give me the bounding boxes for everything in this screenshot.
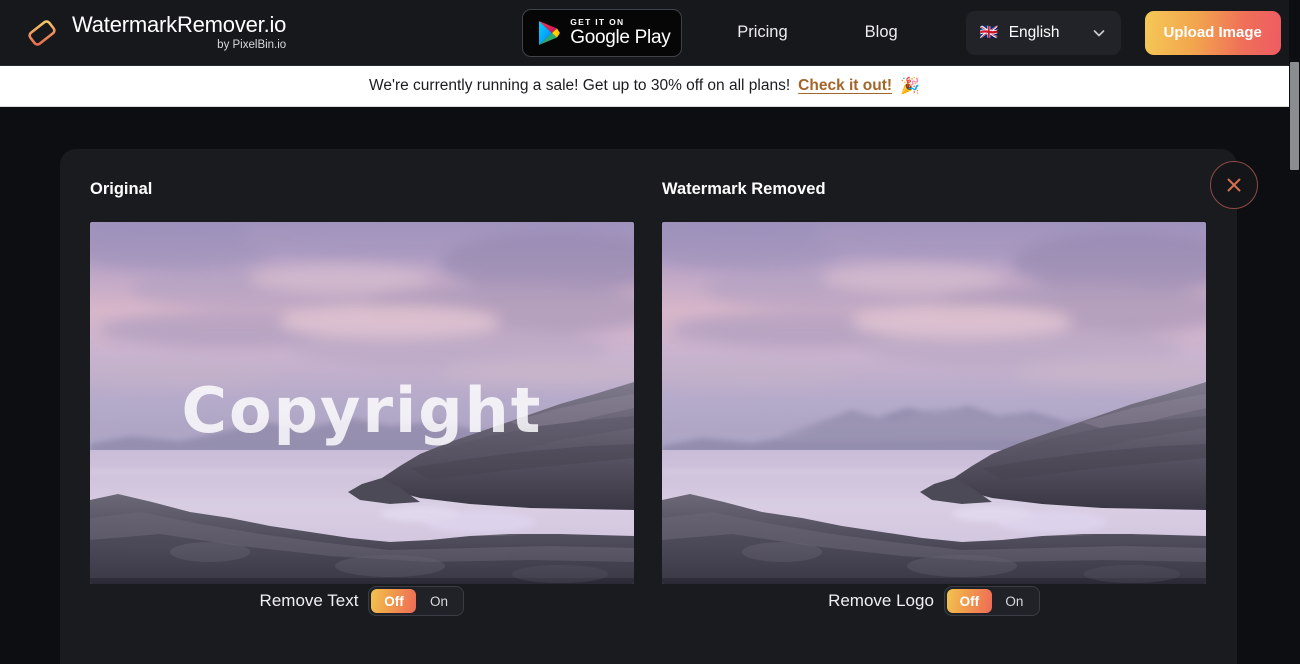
remove-text-label: Remove Text [259, 591, 359, 610]
remove-logo-control: Remove Logo Off On [662, 586, 1206, 616]
remove-text-option-on[interactable]: On [416, 589, 461, 613]
google-play-big-label: Google Play [570, 27, 671, 49]
upload-image-button[interactable]: Upload Image [1144, 10, 1281, 55]
nav-link-pricing[interactable]: Pricing [723, 23, 801, 42]
controls-row: Remove Text Off On Remove Logo Off On [90, 586, 1206, 616]
sale-banner-link[interactable]: Check it out! [798, 77, 892, 95]
language-selector[interactable]: 🇬🇧 English [965, 10, 1121, 55]
chevron-down-icon [1091, 25, 1107, 41]
sale-banner-text: We're currently running a sale! Get up t… [369, 77, 791, 94]
remove-logo-option-off[interactable]: Off [946, 589, 992, 613]
remove-logo-option-on[interactable]: On [992, 589, 1037, 613]
site-header: WatermarkRemover.io by PixelBin.io GET I… [0, 0, 1289, 66]
remove-text-control: Remove Text Off On [90, 586, 634, 616]
remove-logo-label: Remove Logo [828, 591, 934, 610]
watermark-text: Copyright [181, 374, 543, 447]
panels-area: Original Watermark Removed Copyright [90, 180, 1206, 584]
close-icon [1224, 175, 1244, 195]
watermark-removed-image[interactable] [662, 222, 1206, 584]
scrollbar-thumb[interactable] [1290, 62, 1299, 170]
close-button[interactable] [1210, 161, 1258, 209]
page-body: Original Watermark Removed Copyright Rem… [0, 107, 1289, 664]
comparison-modal: Original Watermark Removed Copyright Rem… [60, 149, 1258, 664]
sale-banner: We're currently running a sale! Get up t… [0, 66, 1289, 107]
nav-link-blog[interactable]: Blog [851, 23, 912, 42]
panel-title-watermark-removed: Watermark Removed [662, 180, 826, 198]
panel-title-original: Original [90, 180, 153, 198]
eraser-logo-icon [22, 13, 62, 53]
uk-flag-icon: 🇬🇧 [979, 24, 999, 41]
google-play-triangle-icon [537, 20, 561, 46]
language-label: English [1008, 23, 1060, 41]
page-scrollbar[interactable] [1289, 0, 1300, 664]
brand-logo-link[interactable]: WatermarkRemover.io by PixelBin.io [22, 13, 286, 53]
google-play-badge[interactable]: GET IT ON Google Play [522, 8, 683, 57]
original-image[interactable]: Copyright [90, 222, 634, 584]
remove-text-option-off[interactable]: Off [371, 589, 417, 613]
brand-title: WatermarkRemover.io [72, 11, 287, 37]
remove-text-toggle[interactable]: Off On [368, 586, 465, 616]
brand-subtitle: by PixelBin.io [217, 38, 287, 51]
remove-logo-toggle[interactable]: Off On [943, 586, 1040, 616]
party-popper-icon: 🎉 [900, 78, 920, 95]
google-play-small-label: GET IT ON [570, 16, 625, 27]
